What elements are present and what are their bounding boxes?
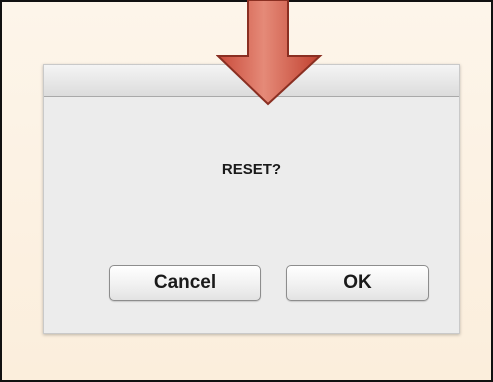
dialog-message: RESET?: [221, 161, 282, 178]
down-arrow-icon: [216, 0, 323, 106]
ok-button[interactable]: OK: [286, 265, 429, 301]
cancel-button[interactable]: Cancel: [109, 265, 261, 301]
screenshot-frame: RESET? Cancel OK: [0, 0, 493, 382]
